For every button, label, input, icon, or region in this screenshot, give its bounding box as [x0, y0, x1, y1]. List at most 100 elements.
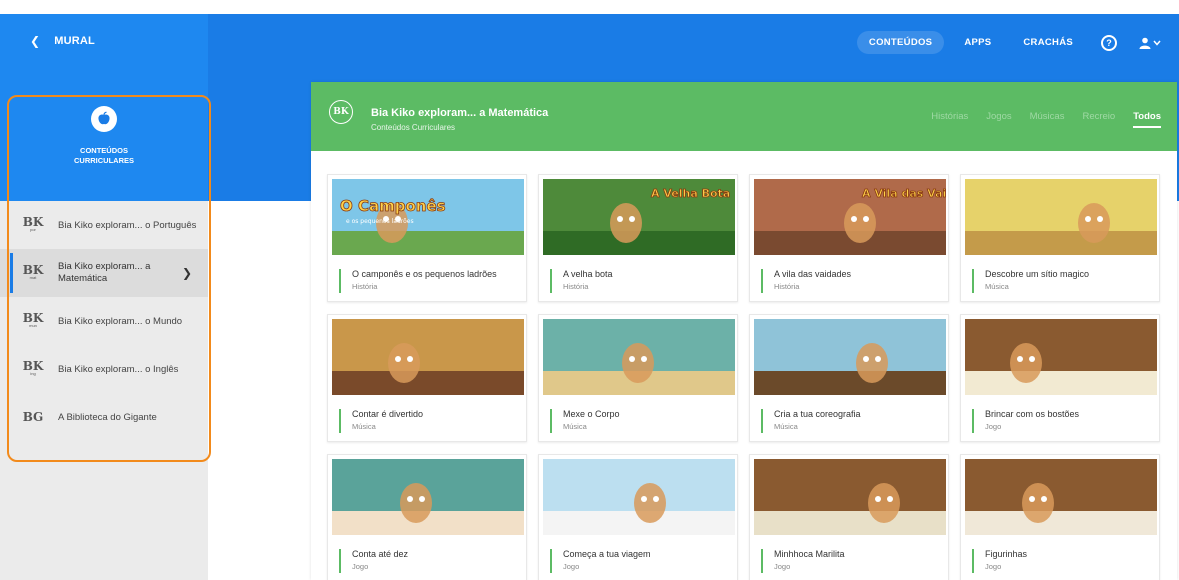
- filter-tabs: Histórias Jogos Músicas Recreio Todos: [931, 111, 1161, 128]
- sidebar-item-label: Bia Kiko exploram... o Português: [58, 219, 197, 231]
- nav-conteudos[interactable]: CONTEÚDOS: [856, 31, 945, 54]
- bk-logo-icon: BK: [329, 100, 353, 124]
- card-type: Jogo: [352, 562, 369, 571]
- card-title: Minhhoca Marilita: [774, 549, 845, 559]
- thumbnail-title: A Vila das Vaidades: [862, 187, 946, 200]
- bg-logo-icon: BG: [22, 411, 44, 423]
- card-title: A vila das vaidades: [774, 269, 852, 279]
- content-card[interactable]: Brincar com os bostões Jogo: [960, 314, 1160, 442]
- card-title: Contar é divertido: [352, 409, 424, 419]
- panel-header: BK Bia Kiko exploram... a Matemática Con…: [311, 82, 1177, 151]
- card-accent-bar: [972, 549, 974, 573]
- card-title: Descobre um sítio magico: [985, 269, 1090, 279]
- card-thumbnail: [965, 459, 1157, 535]
- content-card[interactable]: Figurinhas Jogo: [960, 454, 1160, 580]
- tab-todos[interactable]: Todos: [1133, 111, 1161, 128]
- sidebar-list: BK por Bia Kiko exploram... o Português B…: [0, 201, 208, 441]
- user-icon: [1139, 37, 1151, 49]
- thumbnail-title: A Velha Bota: [651, 187, 730, 200]
- card-type: Música: [352, 422, 376, 431]
- sidebar-item-matematica[interactable]: BK mat Bia Kiko exploram... a Matemática …: [0, 249, 208, 297]
- chevron-left-icon: ❮: [30, 34, 41, 48]
- card-thumbnail: A Velha Bota: [543, 179, 735, 255]
- content-card[interactable]: A Velha Bota A velha bota História: [538, 174, 738, 302]
- card-type: Jogo: [985, 562, 1002, 571]
- card-accent-bar: [761, 549, 763, 573]
- card-type: Música: [563, 422, 587, 431]
- sidebar-item-ingles[interactable]: BK ing Bia Kiko exploram... o Inglês: [0, 345, 208, 393]
- card-title: Começa a tua viagem: [563, 549, 651, 559]
- card-type: História: [352, 282, 378, 291]
- bk-logo-icon: BK mun: [22, 312, 44, 328]
- app-root: ❮ MURAL CONTEÚDOS APPS CRACHÁS ? CONTEÚD…: [0, 0, 1179, 580]
- card-thumbnail: O Camponês e os pequenos ladrões: [332, 179, 524, 255]
- content-card[interactable]: Minhhoca Marilita Jogo: [749, 454, 949, 580]
- card-thumbnail: [543, 459, 735, 535]
- panel-subtitle: Conteúdos Curriculares: [371, 123, 456, 132]
- content-card[interactable]: A Vila das Vaidades A vila das vaidades Hi…: [749, 174, 949, 302]
- card-thumbnail: [332, 319, 524, 395]
- card-title: Figurinhas: [985, 549, 1028, 559]
- content-card[interactable]: Contar é divertido Música: [327, 314, 527, 442]
- top-nav: CONTEÚDOS APPS CRACHÁS ?: [856, 31, 1161, 54]
- bk-logo-icon: BK mat: [22, 264, 44, 280]
- sidebar-item-label: Bia Kiko exploram... o Inglês: [58, 363, 179, 375]
- user-menu-button[interactable]: [1139, 37, 1161, 49]
- card-thumbnail: [332, 459, 524, 535]
- card-thumbnail: [754, 459, 946, 535]
- sidebar-item-mundo[interactable]: BK mun Bia Kiko exploram... o Mundo: [0, 297, 208, 345]
- chevron-right-icon: ❯: [181, 266, 192, 280]
- back-label: MURAL: [54, 35, 95, 47]
- card-thumbnail: [965, 319, 1157, 395]
- sidebar-item-label: Bia Kiko exploram... a Matemática: [58, 261, 151, 284]
- category-title: CONTEÚDOS CURRICULARES: [74, 146, 134, 165]
- card-title: Cria a tua coreografia: [774, 409, 861, 419]
- apple-icon: [91, 106, 117, 132]
- category-header: CONTEÚDOS CURRICULARES: [0, 96, 208, 201]
- card-title: Mexe o Corpo: [563, 409, 620, 419]
- card-thumbnail: [754, 319, 946, 395]
- card-accent-bar: [550, 409, 552, 433]
- sidebar-item-biblioteca[interactable]: BG A Biblioteca do Gigante: [0, 393, 208, 441]
- thumbnail-title: O Camponês: [340, 197, 446, 215]
- card-type: História: [563, 282, 589, 291]
- panel-title: Bia Kiko exploram... a Matemática: [371, 107, 549, 119]
- bk-logo-icon: BK ing: [22, 360, 44, 376]
- card-title: A velha bota: [563, 269, 613, 279]
- tab-recreio[interactable]: Recreio: [1082, 111, 1115, 128]
- thumbnail-subtitle: e os pequenos ladrões: [346, 218, 414, 225]
- back-to-mural-button[interactable]: ❮ MURAL: [30, 34, 95, 48]
- card-accent-bar: [972, 409, 974, 433]
- card-type: Jogo: [563, 562, 580, 571]
- help-icon[interactable]: ?: [1101, 34, 1117, 51]
- sidebar-item-label: A Biblioteca do Gigante: [58, 411, 157, 423]
- tab-jogos[interactable]: Jogos: [986, 111, 1011, 128]
- card-accent-bar: [339, 409, 341, 433]
- nav-apps[interactable]: APPS: [952, 31, 1003, 54]
- nav-crachas[interactable]: CRACHÁS: [1011, 31, 1085, 54]
- card-accent-bar: [550, 549, 552, 573]
- card-type: História: [774, 282, 800, 291]
- card-title: O camponês e os pequenos ladrões: [352, 269, 497, 279]
- card-thumbnail: [543, 319, 735, 395]
- sidebar-item-label: Bia Kiko exploram... o Mundo: [58, 315, 183, 327]
- chevron-down-icon: [1153, 40, 1161, 46]
- card-thumbnail: [965, 179, 1157, 255]
- content-panel: BK Bia Kiko exploram... a Matemática Con…: [311, 82, 1177, 580]
- card-accent-bar: [972, 269, 974, 293]
- content-card[interactable]: O Camponês e os pequenos ladrões O camponê…: [327, 174, 527, 302]
- card-title: Conta até dez: [352, 549, 409, 559]
- tab-musicas[interactable]: Músicas: [1030, 111, 1065, 128]
- card-accent-bar: [339, 269, 341, 293]
- card-accent-bar: [339, 549, 341, 573]
- sidebar-item-portugues[interactable]: BK por Bia Kiko exploram... o Português: [0, 201, 208, 249]
- tab-historias[interactable]: Histórias: [931, 111, 968, 128]
- content-card[interactable]: Conta até dez Jogo: [327, 454, 527, 580]
- content-card[interactable]: Mexe o Corpo Música: [538, 314, 738, 442]
- content-card[interactable]: Começa a tua viagem Jogo: [538, 454, 738, 580]
- content-card[interactable]: Descobre um sítio magico Música: [960, 174, 1160, 302]
- card-thumbnail: A Vila das Vaidades: [754, 179, 946, 255]
- content-card[interactable]: Cria a tua coreografia Música: [749, 314, 949, 442]
- card-type: Música: [774, 422, 798, 431]
- card-type: Jogo: [985, 422, 1002, 431]
